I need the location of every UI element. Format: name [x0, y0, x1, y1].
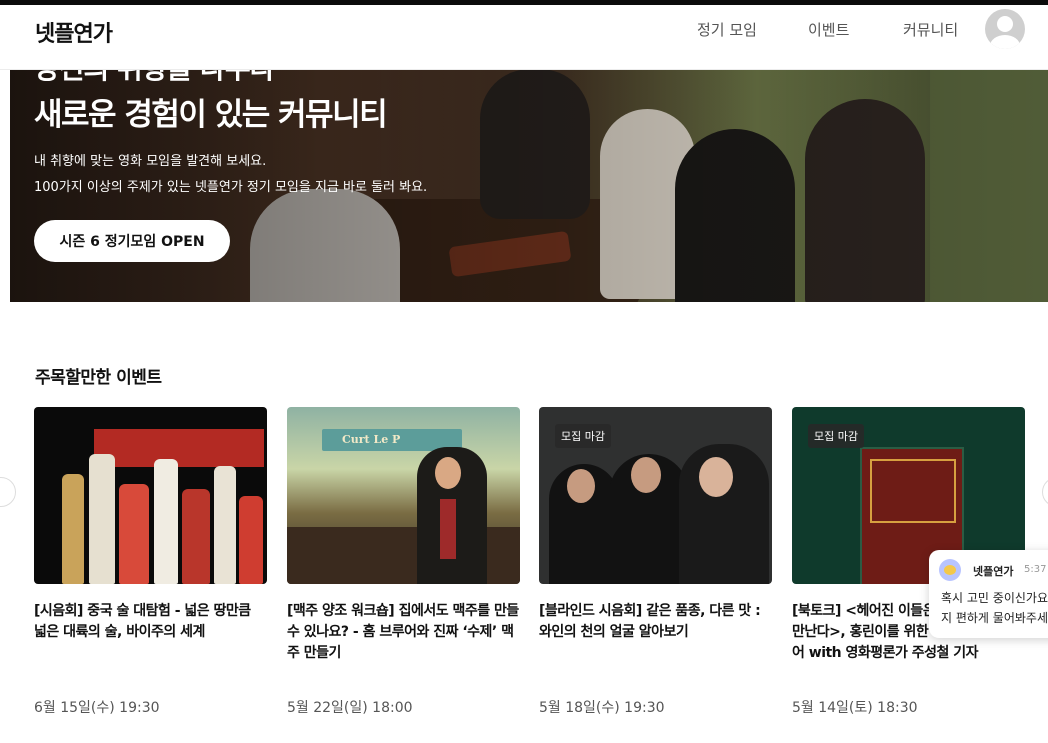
status-badge: 모집 마감 — [555, 424, 611, 448]
chat-message-line-1: 혹시 고민 중이신가요? — [941, 591, 1048, 605]
nav-community[interactable]: 커뮤니티 — [903, 19, 958, 40]
nav-regular-meetings[interactable]: 정기 모임 — [697, 19, 757, 40]
hero-description-2: 100가지 이상의 주제가 있는 넷플연가 정기 모임을 지금 바로 둘러 봐요… — [34, 180, 428, 195]
chat-bot-icon — [939, 559, 961, 581]
event-thumbnail[interactable]: 모집 마감 — [539, 407, 772, 584]
event-title[interactable]: [맥주 양조 워크숍] 집에서도 맥주를 만들 수 있나요? - 홈 브루어와 … — [287, 601, 520, 664]
event-date: 6월 15일(수) 19:30 — [34, 700, 160, 716]
nav-events[interactable]: 이벤트 — [808, 19, 849, 40]
event-thumbnail[interactable] — [34, 407, 267, 584]
hero-description-1: 내 취향에 맞는 영화 모임을 발견해 보세요. — [34, 154, 267, 169]
hero-banner: 당신의 취향을 나누다 새로운 경험이 있는 커뮤니티 내 취향에 맞는 영화 … — [10, 69, 1048, 302]
event-thumbnail[interactable]: Curt Le P — [287, 407, 520, 584]
chat-popup[interactable]: 넷플연가 5:37 혹시 고민 중이신가요? 지 편하게 물어봐주세요 — [929, 550, 1048, 638]
event-date: 5월 14일(토) 18:30 — [792, 700, 918, 716]
chat-message-line-2: 지 편하게 물어봐주세요 — [941, 611, 1048, 625]
status-badge: 모집 마감 — [808, 424, 864, 448]
section-title-events: 주목할만한 이벤트 — [35, 368, 162, 388]
season-open-button[interactable]: 시즌 6 정기모임 OPEN — [34, 220, 230, 262]
event-card[interactable]: 모집 마감 [블라인드 시음회] 같은 품종, 다른 맛 : 와인의 천의 얼굴… — [539, 407, 772, 716]
site-header: 넷플연가 정기 모임 이벤트 커뮤니티 — [0, 5, 1048, 70]
event-date: 5월 22일(일) 18:00 — [287, 700, 413, 716]
event-title[interactable]: [블라인드 시음회] 같은 품종, 다른 맛 : 와인의 천의 얼굴 알아보기 — [539, 601, 772, 664]
event-title[interactable]: [시음회] 중국 술 대탐험 - 넓은 땅만큼 넓은 대륙의 술, 바이주의 세… — [34, 601, 267, 664]
carousel-prev-button[interactable] — [0, 477, 16, 507]
site-logo[interactable]: 넷플연가 — [35, 16, 113, 48]
hero-title: 새로운 경험이 있는 커뮤니티 — [34, 97, 388, 133]
event-card[interactable]: Curt Le P [맥주 양조 워크숍] 집에서도 맥주를 만들 수 있나요?… — [287, 407, 520, 716]
carousel-next-button[interactable] — [1042, 477, 1048, 507]
user-avatar-icon[interactable] — [985, 9, 1025, 49]
hero-title-previous: 당신의 취향을 나누다 — [34, 69, 275, 87]
event-card[interactable]: [시음회] 중국 술 대탐험 - 넓은 땅만큼 넓은 대륙의 술, 바이주의 세… — [34, 407, 267, 716]
event-date: 5월 18일(수) 19:30 — [539, 700, 665, 716]
chat-timestamp: 5:37 — [1024, 564, 1047, 575]
chat-sender-name: 넷플연가 — [973, 565, 1014, 578]
